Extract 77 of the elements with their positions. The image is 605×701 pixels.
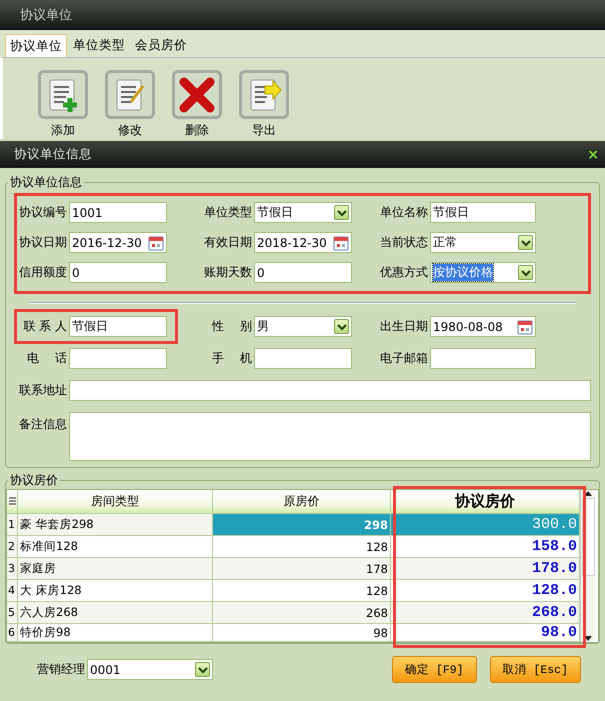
calendar-icon[interactable] bbox=[148, 234, 164, 250]
group-title: 协议房价 bbox=[9, 472, 59, 489]
input-field[interactable]: 1001 bbox=[69, 202, 167, 223]
calendar-icon[interactable] bbox=[333, 234, 349, 250]
table-cell: 大 床房128 bbox=[18, 580, 213, 601]
table-cell: 298 bbox=[213, 514, 391, 535]
window-title: 协议单位 bbox=[0, 0, 605, 30]
table-cell: 标准间128 bbox=[18, 536, 213, 557]
scroll-up-icon[interactable] bbox=[584, 490, 592, 496]
dropdown[interactable]: 0001 bbox=[87, 659, 213, 680]
input-field[interactable]: 0 bbox=[254, 262, 352, 283]
field-label: 协议编号 bbox=[18, 204, 68, 221]
field-label: 电 话 bbox=[26, 350, 68, 367]
field-label: 联系地址 bbox=[18, 382, 68, 399]
calendar-icon[interactable] bbox=[517, 318, 533, 334]
row-number: 1 bbox=[7, 514, 18, 535]
field-label: 有效日期 bbox=[203, 234, 253, 251]
dropdown[interactable]: 按协议价格 bbox=[430, 262, 536, 283]
list-icon bbox=[8, 496, 16, 506]
field-label: 单位名称 bbox=[379, 204, 429, 221]
input-field[interactable] bbox=[430, 348, 536, 369]
field-label: 手 机 bbox=[211, 350, 253, 367]
table-cell: 300.0 bbox=[391, 514, 580, 535]
column-header[interactable]: 协议房价 bbox=[391, 490, 580, 513]
close-button[interactable]: × bbox=[587, 146, 599, 162]
column-header[interactable]: 房间类型 bbox=[18, 490, 213, 513]
field-label: 联 系 人 bbox=[22, 318, 68, 335]
row-number: 6 bbox=[7, 624, 18, 641]
table-cell: 268 bbox=[213, 602, 391, 623]
notes-field[interactable] bbox=[69, 412, 591, 461]
field-label: 电子邮箱 bbox=[379, 350, 429, 367]
table-cell: 268.0 bbox=[391, 602, 580, 623]
date-field[interactable]: 1980-08-08 bbox=[430, 316, 536, 337]
table-cell: 家庭房 bbox=[18, 558, 213, 579]
input-field[interactable]: 0 bbox=[69, 262, 167, 283]
row-number: 4 bbox=[7, 580, 18, 601]
date-field[interactable]: 2018-12-30 bbox=[254, 232, 352, 253]
field-label: 出生日期 bbox=[379, 318, 429, 335]
tab[interactable]: 协议单位 bbox=[5, 34, 67, 57]
dialog-button[interactable]: 确定 [F9] bbox=[392, 656, 477, 683]
field-label: 性 别 bbox=[210, 318, 253, 335]
table-cell: 豪 华套房298 bbox=[18, 514, 213, 535]
input-field[interactable]: 节假日 bbox=[430, 202, 536, 223]
dropdown[interactable]: 节假日 bbox=[254, 202, 352, 223]
row-number: 2 bbox=[7, 536, 18, 557]
table-cell: 178 bbox=[213, 558, 391, 579]
input-field[interactable] bbox=[254, 348, 352, 369]
field-label: 当前状态 bbox=[379, 234, 429, 251]
field-label: 单位类型 bbox=[203, 204, 253, 221]
address-field[interactable] bbox=[69, 380, 591, 401]
chevron-icon bbox=[520, 268, 530, 276]
dialog-title: 协议单位信息 bbox=[14, 146, 92, 163]
dropdown[interactable]: 正常 bbox=[430, 232, 536, 253]
row-number: 5 bbox=[7, 602, 18, 623]
dropdown[interactable]: 男 bbox=[254, 316, 352, 337]
column-header[interactable]: 原房价 bbox=[213, 490, 391, 513]
chevron-icon bbox=[336, 208, 346, 216]
input-field[interactable] bbox=[69, 348, 167, 369]
row-number: 3 bbox=[7, 558, 18, 579]
dialog-button[interactable]: 取消 [Esc] bbox=[490, 656, 581, 683]
table-cell: 特价房98 bbox=[18, 624, 213, 641]
field-label: 备注信息 bbox=[18, 416, 68, 433]
table-cell: 六人房268 bbox=[18, 602, 213, 623]
table-cell: 178.0 bbox=[391, 558, 580, 579]
field-label: 协议日期 bbox=[18, 234, 68, 251]
field-label: 优惠方式 bbox=[379, 264, 429, 281]
field-label: 营销经理 bbox=[36, 661, 86, 678]
chevron-icon bbox=[198, 666, 208, 674]
input-field[interactable]: 节假日 bbox=[69, 316, 167, 337]
date-field[interactable]: 2016-12-30 bbox=[69, 232, 167, 253]
chevron-icon bbox=[336, 322, 346, 330]
field-label: 信用额度 bbox=[18, 264, 68, 281]
chevron-icon bbox=[520, 238, 530, 246]
scroll-down-icon[interactable] bbox=[584, 636, 592, 642]
field-label: 账期天数 bbox=[203, 264, 253, 281]
delete-icon bbox=[178, 76, 216, 114]
group-title: 协议单位信息 bbox=[9, 174, 83, 191]
